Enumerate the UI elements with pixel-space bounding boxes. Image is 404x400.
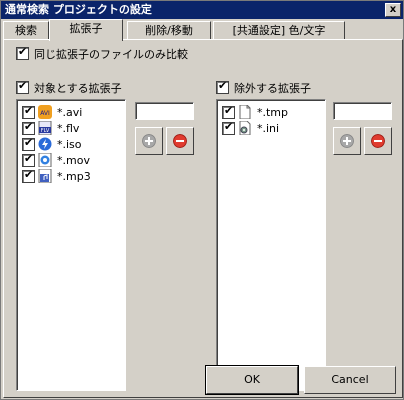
item-checkbox[interactable] — [22, 168, 35, 183]
same-ext-only-checkbox[interactable] — [16, 45, 29, 60]
item-label: *.flv — [57, 122, 80, 135]
tab-extension[interactable]: 拡張子 — [49, 19, 123, 41]
close-button[interactable]: x — [385, 3, 401, 17]
item-label: *.ini — [257, 122, 280, 135]
item-label: *.iso — [57, 138, 82, 151]
exclude-section-checkbox[interactable] — [216, 79, 229, 94]
svg-text:AVI: AVI — [40, 110, 50, 117]
exclude-remove-button[interactable] — [364, 127, 392, 155]
tmp-file-icon — [239, 105, 251, 119]
include-section-label: 対象とする拡張子 — [34, 82, 122, 95]
include-section-checkbox[interactable] — [16, 79, 29, 94]
include-add-button[interactable] — [135, 127, 163, 155]
mp3-file-icon — [38, 169, 52, 183]
item-label: *.tmp — [257, 106, 289, 119]
flv-file-icon: FLV — [38, 121, 52, 135]
window-title: 通常検索 プロジェクトの設定 — [5, 3, 152, 16]
minus-icon — [173, 134, 187, 148]
title-bar: 通常検索 プロジェクトの設定 x — [1, 1, 403, 19]
ok-button[interactable]: OK — [205, 365, 299, 395]
plus-icon — [142, 134, 156, 148]
item-checkbox[interactable] — [22, 104, 35, 119]
minus-icon — [371, 134, 385, 148]
svg-text:FLV: FLV — [41, 128, 50, 134]
item-checkbox[interactable] — [22, 152, 35, 167]
iso-file-icon — [38, 137, 52, 151]
tab-search[interactable]: 検索 — [3, 21, 49, 40]
cancel-button[interactable]: Cancel — [304, 366, 396, 394]
tab-common-color-text[interactable]: [共通設定] 色/文字 — [213, 21, 345, 40]
exclude-list[interactable]: *.tmp *.ini — [216, 99, 326, 391]
settings-dialog: 通常検索 プロジェクトの設定 x 検索 拡張子 削除/移動 [共通設定] 色/文… — [0, 0, 404, 400]
plus-icon — [340, 134, 354, 148]
item-checkbox[interactable] — [22, 136, 35, 151]
item-checkbox[interactable] — [22, 120, 35, 135]
exclude-ext-input[interactable] — [333, 102, 392, 120]
avi-file-icon: AVI — [38, 105, 52, 119]
exclude-section-label: 除外する拡張子 — [234, 82, 311, 95]
ini-file-icon — [239, 121, 251, 135]
exclude-add-button[interactable] — [333, 127, 361, 155]
tab-delete-move[interactable]: 削除/移動 — [127, 21, 211, 40]
item-label: *.mp3 — [57, 170, 91, 183]
same-ext-only-label: 同じ拡張子のファイルのみ比較 — [34, 48, 188, 61]
mov-file-icon — [38, 153, 52, 167]
item-checkbox[interactable] — [222, 104, 235, 119]
include-ext-input[interactable] — [135, 102, 194, 120]
item-label: *.mov — [57, 154, 90, 167]
item-checkbox[interactable] — [222, 120, 235, 135]
include-list[interactable]: AVI *.avi FLV *.flv *.iso *.mov * — [16, 99, 126, 391]
include-remove-button[interactable] — [166, 127, 194, 155]
tab-panel: 同じ拡張子のファイルのみ比較 対象とする拡張子 AVI *.avi FLV *.… — [3, 39, 403, 398]
item-label: *.avi — [57, 106, 83, 119]
